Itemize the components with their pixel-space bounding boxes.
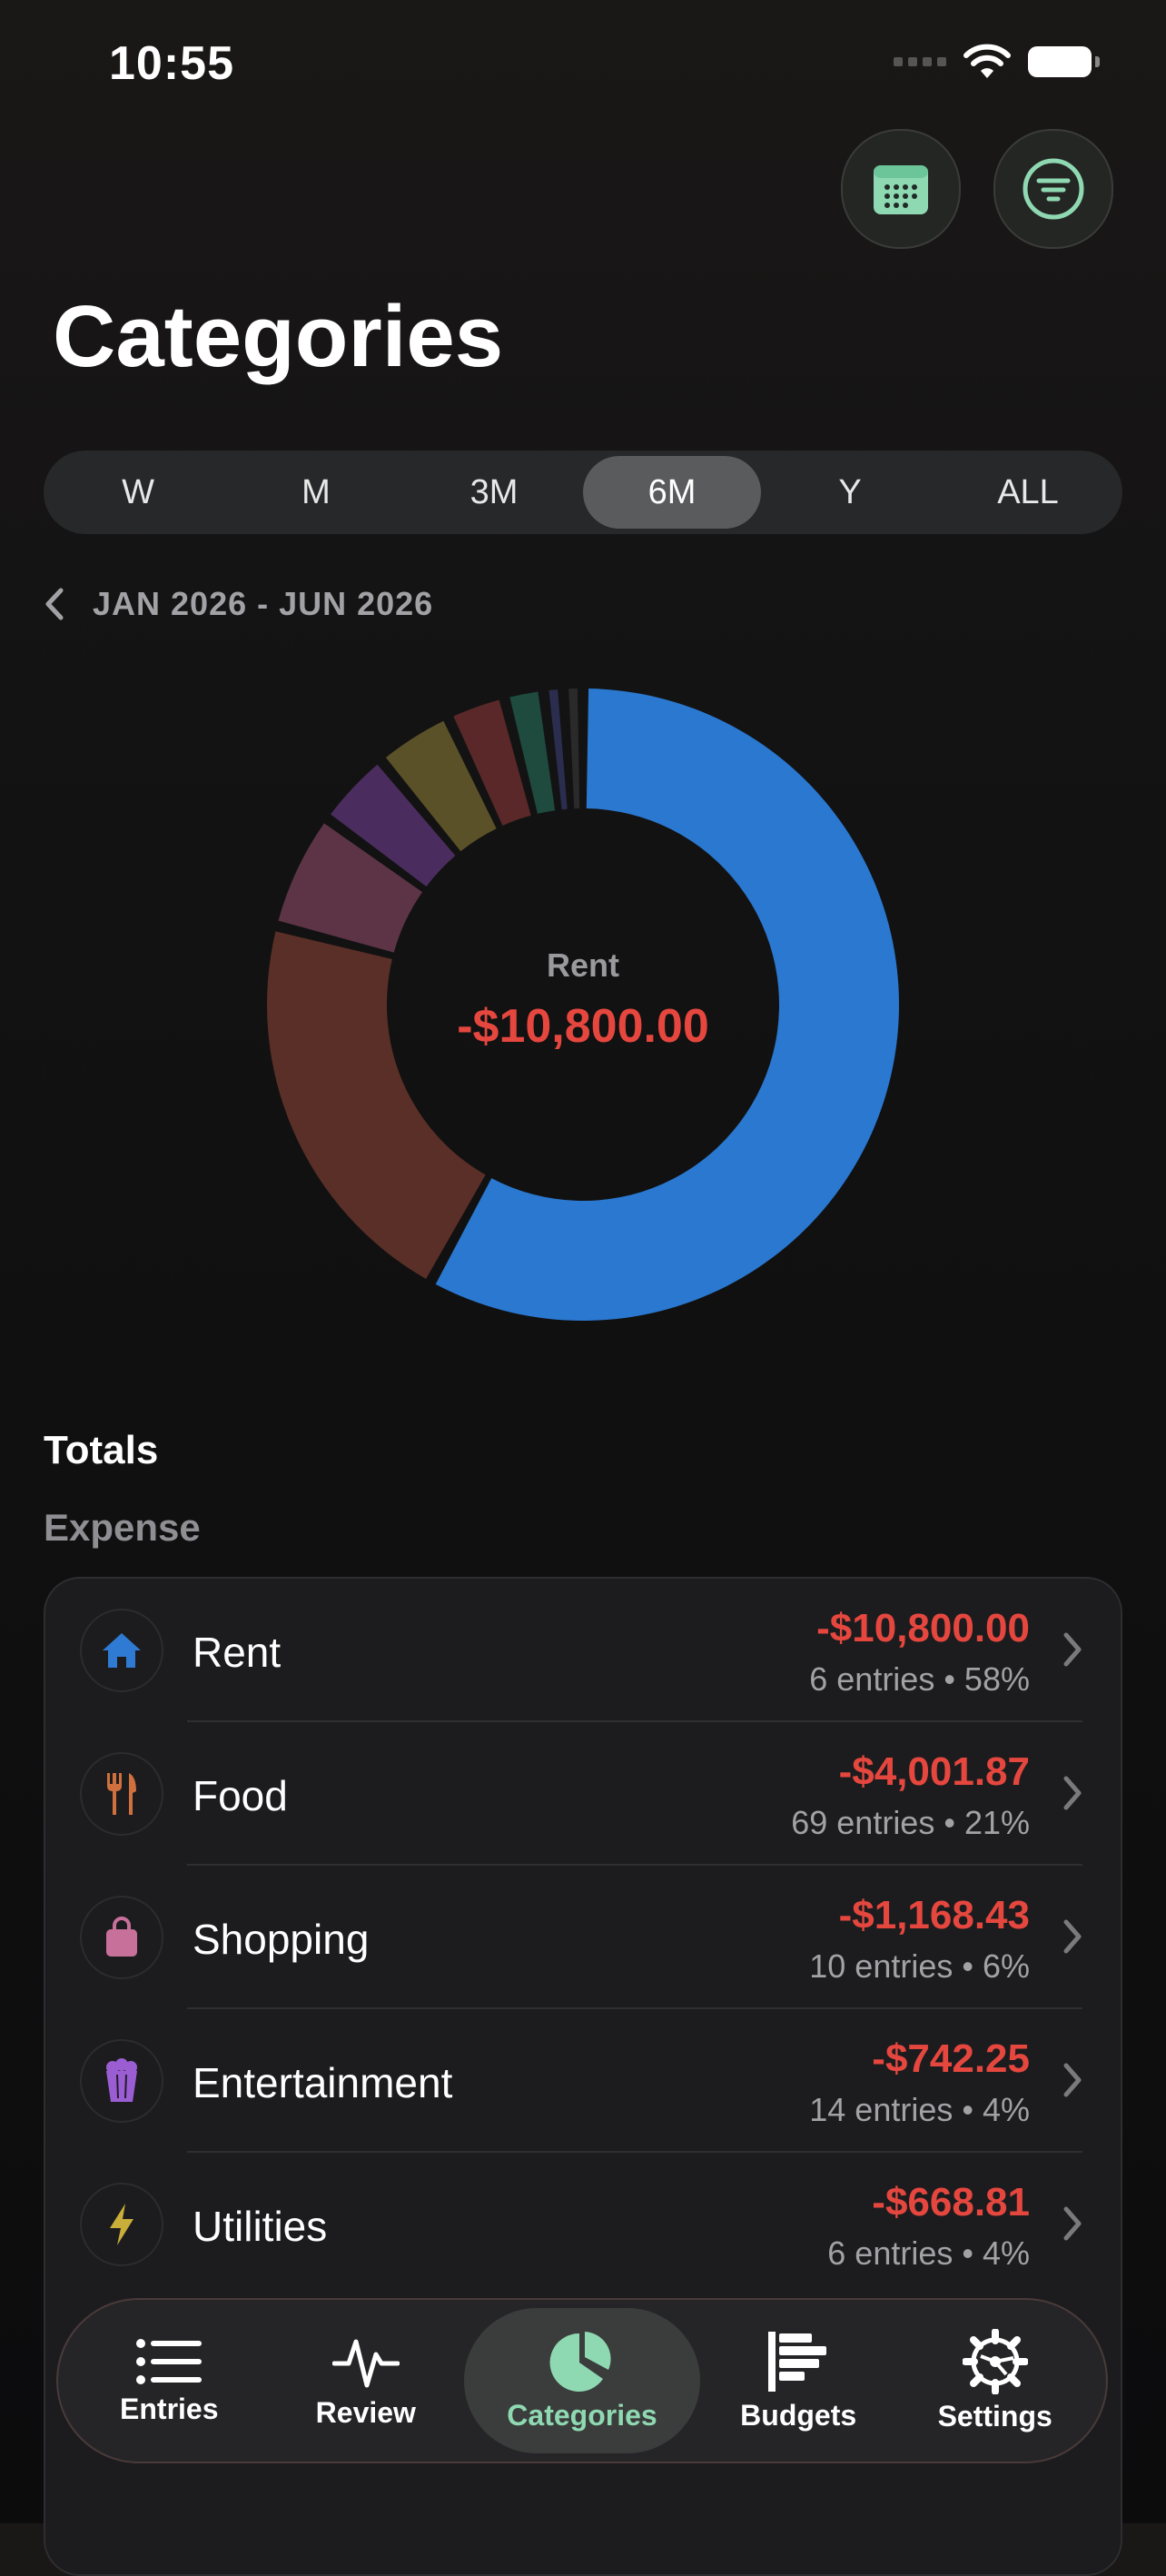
category-amount: -$742.25 <box>872 2036 1030 2081</box>
tab-label: Entries <box>120 2392 219 2425</box>
shopping-bag-icon <box>106 1917 137 1957</box>
donut-center-value: -$10,800.00 <box>457 1000 709 1053</box>
chevron-right-icon <box>1063 1776 1082 1810</box>
category-icon-circle <box>80 2039 163 2123</box>
category-amount: -$4,001.87 <box>838 1749 1030 1794</box>
pie-chart-icon <box>549 2331 611 2392</box>
fork-knife-icon <box>107 1773 136 1815</box>
segment-month[interactable]: M <box>227 456 405 529</box>
tab-entries[interactable]: Entries <box>71 2308 268 2453</box>
category-amount: -$10,800.00 <box>816 1606 1030 1650</box>
bolt-icon <box>110 2204 133 2245</box>
segment-year[interactable]: Y <box>761 456 939 529</box>
tab-label: Settings <box>937 2399 1052 2432</box>
house-icon <box>103 1633 141 1668</box>
category-amount: -$668.81 <box>872 2180 1030 2224</box>
category-icon-circle <box>80 2183 163 2266</box>
segment-all[interactable]: ALL <box>939 456 1117 529</box>
gear-icon <box>962 2328 1028 2394</box>
filter-button[interactable] <box>993 129 1113 249</box>
category-row-food[interactable]: Food -$4,001.87 69 entries • 21% <box>45 1722 1121 1866</box>
category-row-rent[interactable]: Rent -$10,800.00 6 entries • 58% <box>45 1579 1121 1722</box>
period-segmented-control: W M 3M 6M Y ALL <box>44 451 1122 534</box>
page-title: Categories <box>53 288 504 385</box>
category-name: Rent <box>193 1629 282 1676</box>
cellular-signal-icon <box>894 57 946 66</box>
category-meta: 6 entries • 4% <box>827 2234 1030 2272</box>
category-row-utilities[interactable]: Utilities -$668.81 6 entries • 4% <box>45 2153 1121 2296</box>
calendar-icon <box>874 165 928 214</box>
category-icon-circle <box>80 1609 163 1692</box>
category-meta: 14 entries • 4% <box>809 2091 1030 2128</box>
tab-review[interactable]: Review <box>268 2308 465 2453</box>
filter-icon <box>1023 158 1084 220</box>
category-meta: 69 entries • 21% <box>791 1804 1030 1841</box>
expense-heading: Expense <box>44 1506 201 1549</box>
bars-icon <box>768 2331 827 2392</box>
chevron-right-icon <box>1063 2063 1082 2097</box>
status-icons <box>894 44 1100 80</box>
wifi-icon <box>963 44 1011 78</box>
category-name: Shopping <box>193 1916 370 1963</box>
tab-bar: Entries Review Categories Budgets Settin… <box>56 2298 1108 2463</box>
date-range-row: JAN 2026 - JUN 2026 <box>44 585 433 623</box>
category-row-entertainment[interactable]: Entertainment -$742.25 14 entries • 4% <box>45 2009 1121 2153</box>
donut-slice[interactable] <box>568 689 580 809</box>
category-meta: 10 entries • 6% <box>809 1947 1030 1985</box>
category-name: Utilities <box>193 2203 328 2250</box>
tab-settings[interactable]: Settings <box>896 2308 1093 2453</box>
category-meta: 6 entries • 58% <box>809 1660 1030 1698</box>
tab-label: Budgets <box>740 2398 857 2432</box>
category-icon-circle <box>80 1896 163 1979</box>
status-time: 10:55 <box>109 37 234 90</box>
category-name: Entertainment <box>193 2059 453 2106</box>
segment-6-months[interactable]: 6M <box>583 456 761 529</box>
tab-label: Review <box>315 2395 416 2429</box>
totals-heading: Totals <box>44 1428 159 1472</box>
segment-3-months[interactable]: 3M <box>405 456 583 529</box>
pulse-icon <box>331 2339 400 2387</box>
tab-categories[interactable]: Categories <box>464 2308 700 2453</box>
popcorn-icon <box>106 2058 137 2102</box>
chevron-left-icon[interactable] <box>44 587 65 621</box>
tab-budgets[interactable]: Budgets <box>700 2308 897 2453</box>
category-amount: -$1,168.43 <box>838 1893 1030 1937</box>
chevron-right-icon <box>1063 2206 1082 2241</box>
category-icon-circle <box>80 1752 163 1836</box>
chevron-right-icon <box>1063 1632 1082 1667</box>
chevron-right-icon <box>1063 1919 1082 1954</box>
tab-label: Categories <box>507 2398 657 2432</box>
donut-center-label: Rent <box>547 946 619 984</box>
segment-week[interactable]: W <box>49 456 227 529</box>
category-row-shopping[interactable]: Shopping -$1,168.43 10 entries • 6% <box>45 1866 1121 2009</box>
date-range-label: JAN 2026 - JUN 2026 <box>93 585 434 622</box>
battery-icon <box>1028 46 1100 77</box>
calendar-button[interactable] <box>841 129 961 249</box>
category-name: Food <box>193 1772 288 1819</box>
list-icon <box>136 2338 203 2384</box>
